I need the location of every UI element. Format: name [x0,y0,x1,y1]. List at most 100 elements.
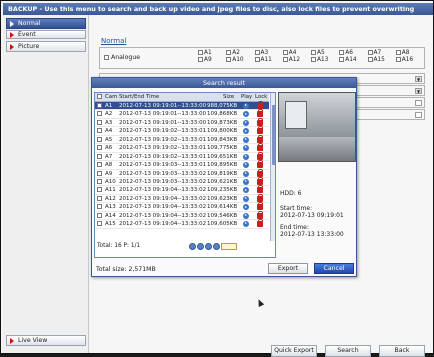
next-page-icon[interactable] [205,243,212,250]
table-row[interactable]: A1 2012-07-13 09:19:01--13:33:00 988,075KB [95,101,269,111]
camera-checkbox-a6[interactable]: A6 [339,50,367,56]
camera-checkbox-a11[interactable]: A11 [254,57,283,63]
table-row[interactable]: A10 2012-07-13 09:19:03--13:33:02 109,621K… [95,176,269,187]
table-row[interactable]: A11 2012-07-13 09:19:04--13:33:02 109,235K… [95,185,269,195]
chevron-down-icon[interactable]: ▼ [415,76,422,82]
play-icon[interactable] [243,153,249,160]
scrollbar-thumb[interactable] [272,105,275,165]
play-icon[interactable] [243,195,249,202]
vertical-scrollbar[interactable] [270,93,275,241]
sidebar-item-event[interactable]: Event [6,30,86,39]
row-checkbox[interactable] [97,212,102,219]
table-row[interactable]: A5 2012-07-13 09:19:02--13:33:01 109,843KB [95,134,269,145]
export-button[interactable]: Export [268,263,308,274]
camera-checkbox-a2[interactable]: A2 [226,50,254,56]
play-icon[interactable] [243,212,249,219]
quick-export-button[interactable]: Quick Export [271,345,317,357]
table-row[interactable]: A8 2012-07-13 09:19:03--13:33:01 109,895KB [95,160,269,170]
play-icon[interactable] [243,178,249,185]
select-all-checkbox[interactable] [97,94,102,100]
lock-icon[interactable] [257,210,263,219]
play-icon[interactable] [243,221,249,228]
row-checkbox[interactable] [97,195,102,202]
table-row[interactable]: A3 2012-07-13 09:19:01--13:33:00 109,873KB [95,117,269,128]
camera-checkbox-a5[interactable]: A5 [311,50,339,56]
row-checkbox[interactable] [97,145,102,151]
cancel-button[interactable]: Cancel [314,263,354,274]
row-checkbox[interactable] [97,128,102,134]
sidebar-item-live-view[interactable]: Live View [6,335,86,346]
lock-icon[interactable] [257,193,263,202]
camera-checkbox-a16[interactable]: A16 [395,57,424,63]
lock-icon[interactable] [257,143,263,152]
lock-icon[interactable] [257,168,263,177]
lock-icon[interactable] [257,219,263,228]
camera-checkbox-a3[interactable]: A3 [254,50,283,56]
play-icon[interactable] [243,170,249,177]
lock-icon[interactable] [257,109,263,118]
row-checkbox[interactable] [97,162,102,168]
row-checkbox[interactable] [97,178,102,185]
table-row[interactable]: A13 2012-07-13 09:19:04--13:33:02 109,614K… [95,202,269,212]
play-icon[interactable] [243,187,249,194]
lock-icon[interactable] [257,151,263,160]
camera-checkbox-a15[interactable]: A15 [367,57,396,63]
table-row[interactable]: A2 2012-07-13 09:19:01--13:33:00 109,868KB [95,109,269,119]
camera-checkbox-a1[interactable]: A1 [198,50,226,56]
play-icon[interactable] [243,145,249,152]
table-row[interactable]: A7 2012-07-13 09:19:02--13:33:01 109,651KB [95,151,269,162]
checkbox-icon[interactable] [415,100,422,106]
camera-checkbox-a14[interactable]: A14 [339,57,367,63]
row-size: 109,895KB [207,162,238,169]
camera-checkbox-a4[interactable]: A4 [282,50,311,56]
camera-checkbox-a9[interactable]: A9 [198,57,226,63]
lock-icon[interactable] [257,185,263,194]
table-row[interactable]: A15 2012-07-13 09:19:04--13:33:02 109,605K… [95,219,269,229]
checkbox-icon[interactable] [415,112,422,118]
lock-icon[interactable] [257,117,263,126]
last-page-icon[interactable] [213,243,220,250]
play-icon[interactable] [243,136,249,143]
lock-icon[interactable] [257,101,263,109]
table-row[interactable]: A12 2012-07-13 09:19:04--13:33:02 109,623K… [95,193,269,204]
play-icon[interactable] [243,162,249,169]
analogue-checkbox[interactable]: Analogue [104,54,140,61]
play-icon[interactable] [243,128,249,135]
prev-page-icon[interactable] [197,243,204,250]
camera-checkbox-a8[interactable]: A8 [395,50,424,56]
camera-checkbox-a7[interactable]: A7 [367,50,396,56]
table-row[interactable]: A4 2012-07-13 09:19:02--13:33:01 109,800KB [95,126,269,136]
play-icon[interactable] [243,119,249,126]
lock-icon[interactable] [257,202,263,211]
row-checkbox[interactable] [97,111,102,117]
row-checkbox[interactable] [97,119,102,126]
page-input[interactable] [221,243,237,250]
row-checkbox[interactable] [97,204,102,210]
tab-normal[interactable]: Normal [101,37,126,45]
lock-icon[interactable] [257,134,263,143]
search-button[interactable]: Search [325,345,371,357]
chevron-down-icon[interactable]: ▼ [415,88,422,94]
camera-checkbox-a10[interactable]: A10 [226,57,254,63]
row-checkbox[interactable] [97,136,102,143]
lock-icon[interactable] [257,160,263,169]
sidebar-item-normal[interactable]: Normal [6,18,86,29]
row-checkbox[interactable] [97,103,102,109]
table-row[interactable]: A9 2012-07-13 09:19:03--13:33:02 109,819KB [95,168,269,178]
table-row[interactable]: A14 2012-07-13 09:19:04--13:33:02 109,546K… [95,210,269,221]
play-icon[interactable] [243,111,249,118]
row-checkbox[interactable] [97,170,102,177]
play-icon[interactable] [243,204,249,211]
sidebar-item-picture[interactable]: Picture [6,41,86,52]
camera-checkbox-a13[interactable]: A13 [311,57,339,63]
row-checkbox[interactable] [97,153,102,160]
camera-checkbox-a12[interactable]: A12 [282,57,311,63]
back-button[interactable]: Back [379,345,425,357]
first-page-icon[interactable] [189,243,196,250]
lock-icon[interactable] [257,126,263,135]
row-checkbox[interactable] [97,187,102,193]
table-row[interactable]: A6 2012-07-13 09:19:02--13:33:01 109,775KB [95,143,269,153]
row-checkbox[interactable] [97,221,102,227]
play-icon[interactable] [243,103,249,109]
lock-icon[interactable] [257,176,263,185]
